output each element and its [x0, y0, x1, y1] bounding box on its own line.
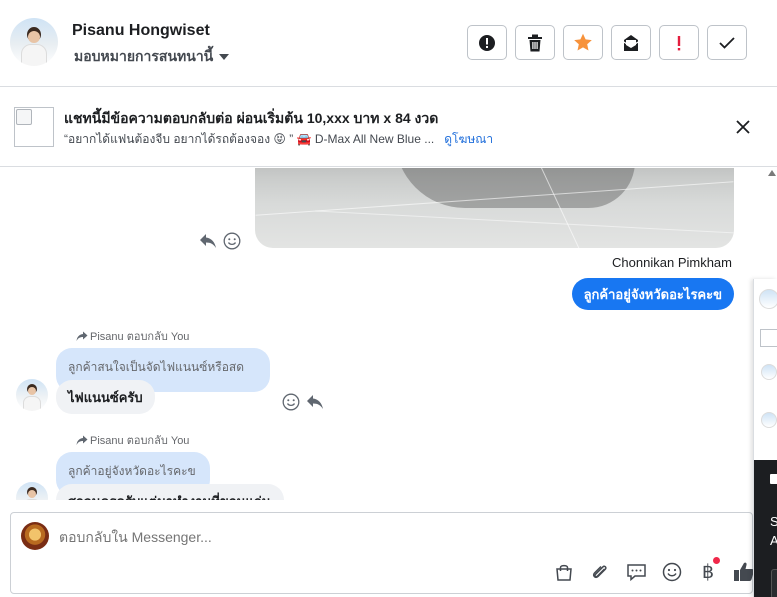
forward-arrow-icon — [76, 435, 88, 445]
speech-bubble-icon[interactable] — [625, 561, 647, 583]
ad-subtitle-row: “อยากได้แฟนต้องจีบ อยากได้รถต้องจอง 😝 ” … — [64, 130, 493, 149]
ad-subtitle: “อยากได้แฟนต้องจีบ อยากได้รถต้องจอง 😝 ” … — [64, 132, 435, 146]
header-actions — [467, 25, 747, 60]
message-actions — [199, 232, 241, 250]
side-dark-card[interactable]: S A — [754, 460, 777, 597]
delete-button[interactable] — [515, 25, 555, 60]
baht-icon[interactable]: ฿ — [697, 557, 720, 583]
outgoing-sender-name: Chonnikan Pimkham — [612, 255, 732, 270]
calendar-icon — [770, 474, 777, 484]
assign-label: มอบหมายการสนทนานี้ — [74, 48, 214, 64]
check-icon — [719, 36, 735, 49]
image-attachment[interactable] — [255, 168, 734, 248]
shopping-bag-icon[interactable] — [553, 561, 575, 583]
emoji-icon[interactable] — [223, 232, 241, 250]
emoji-icon[interactable] — [661, 561, 683, 583]
reply-icon[interactable] — [306, 394, 324, 410]
side-panel-edge[interactable]: S A — [753, 279, 777, 597]
ad-thumbnail[interactable] — [14, 107, 54, 147]
close-icon[interactable] — [733, 117, 753, 137]
notification-dot — [713, 557, 720, 564]
exclamation-icon — [677, 35, 681, 50]
paperclip-icon[interactable] — [589, 561, 611, 583]
star-icon — [574, 33, 592, 51]
caret-down-icon — [219, 54, 230, 60]
composer-tools: ฿ — [553, 557, 755, 583]
reply-label: Pisanu ตอบกลับ You — [76, 327, 189, 345]
view-ad-link[interactable]: ดูโฆษณา — [444, 130, 493, 149]
contact-avatar-small[interactable] — [16, 482, 48, 500]
contact-avatar-small[interactable] — [16, 379, 48, 411]
message-composer: ฿ — [10, 512, 755, 594]
page-avatar — [21, 522, 49, 550]
incoming-message[interactable]: สกลนครครับแต่มาทำงานที่ขอนแก่น — [56, 484, 284, 500]
side-button[interactable] — [771, 569, 777, 597]
thumbs-up-icon[interactable] — [733, 561, 755, 583]
alert-circle-icon — [479, 34, 495, 51]
reply-input[interactable] — [59, 529, 459, 545]
reply-label: Pisanu ตอบกลับ You — [76, 431, 189, 449]
incoming-message[interactable]: ไฟแนนซ์ครับ — [56, 380, 155, 414]
conversation-header: Pisanu Hongwiset มอบหมายการสนทนานี้ — [0, 0, 777, 87]
star-button[interactable] — [563, 25, 603, 60]
assign-conversation-dropdown[interactable]: มอบหมายการสนทนานี้ — [74, 46, 230, 68]
done-button[interactable] — [707, 25, 747, 60]
outgoing-message[interactable]: ลูกค้าอยู่จังหวัดอะไรคะข — [571, 278, 734, 310]
message-actions — [282, 393, 324, 411]
trash-icon — [528, 34, 542, 51]
scroll-up-arrow-icon[interactable] — [768, 170, 776, 176]
side-thumbnail[interactable] — [760, 329, 777, 347]
side-avatar[interactable] — [761, 412, 777, 428]
contact-name[interactable]: Pisanu Hongwiset — [72, 22, 210, 40]
mark-unread-button[interactable] — [611, 25, 651, 60]
contact-avatar[interactable] — [10, 18, 58, 66]
side-avatar[interactable] — [759, 289, 777, 309]
side-text: A — [770, 533, 777, 548]
ad-title: แชทนี้มีข้อความตอบกลับต่อ ผ่อนเริ่มต้น 1… — [64, 110, 439, 126]
forward-arrow-icon — [76, 331, 88, 341]
ad-reference-banner: แชทนี้มีข้อความตอบกลับต่อ ผ่อนเริ่มต้น 1… — [0, 88, 777, 167]
side-avatar[interactable] — [761, 364, 777, 380]
spam-report-button[interactable] — [467, 25, 507, 60]
reply-icon[interactable] — [199, 233, 217, 249]
emoji-icon[interactable] — [282, 393, 300, 411]
message-thread[interactable]: Chonnikan Pimkham ลูกค้าอยู่จังหวัดอะไรค… — [0, 168, 753, 500]
envelope-icon — [623, 34, 639, 51]
follow-up-button[interactable] — [659, 25, 699, 60]
side-text: S — [770, 514, 777, 529]
